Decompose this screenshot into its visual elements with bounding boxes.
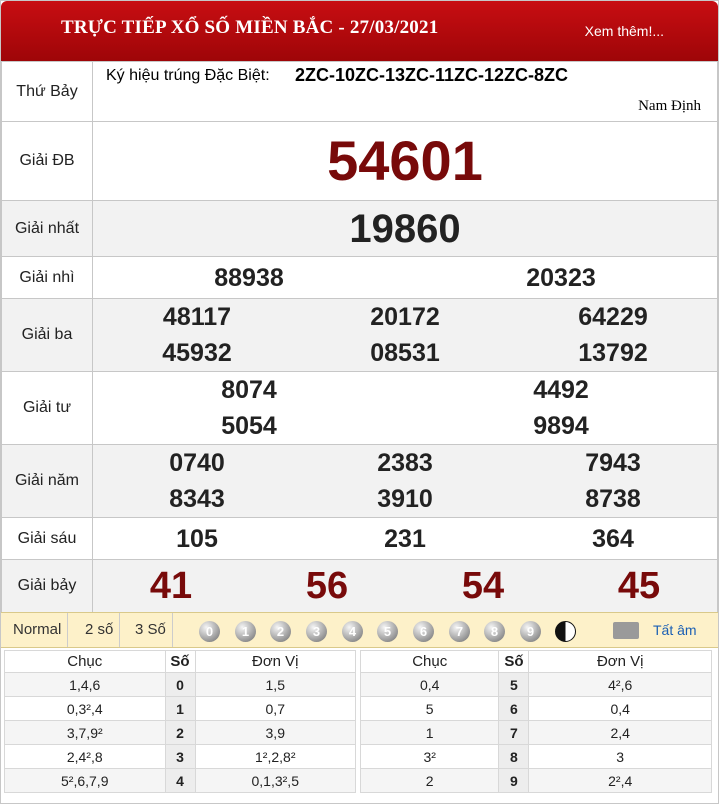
loto-donvi: 0,1,3²,5 <box>194 768 356 793</box>
digit-ball-1[interactable]: 1 <box>235 621 256 642</box>
prize-4-value: 9894 <box>533 412 589 440</box>
loto-donvi: 0,4 <box>528 696 712 721</box>
prize-4-value: 4492 <box>533 376 589 404</box>
more-link[interactable]: Xem thêm!... <box>585 23 664 39</box>
prize-3-value: 13792 <box>578 339 648 367</box>
loto-chuc: 0,3²,4 <box>4 696 166 721</box>
prize-7-value: 56 <box>305 565 349 607</box>
loto-so: 1 <box>164 696 196 721</box>
loto-donvi: 1,5 <box>194 672 356 697</box>
digit-ball-9[interactable]: 9 <box>520 621 541 642</box>
digit-ball-0[interactable]: 0 <box>199 621 220 642</box>
prize-4-value: 5054 <box>221 412 277 440</box>
prize-label-db: Giải ĐB <box>1 121 93 201</box>
loto-chuc: 2 <box>359 768 500 793</box>
prize-3-value: 08531 <box>370 339 440 367</box>
col-so: Số <box>164 650 196 673</box>
prize-5-value: 8738 <box>585 485 641 513</box>
digit-ball-7[interactable]: 7 <box>449 621 470 642</box>
prize-label-2: Giải nhì <box>1 256 93 299</box>
loto-so: 0 <box>164 672 196 697</box>
prize-3-value: 64229 <box>578 303 648 331</box>
special-code-cell: Ký hiệu trúng Đặc Biệt: 2ZC-10ZC-13ZC-11… <box>92 61 718 122</box>
col-chuc: Chục <box>4 650 166 673</box>
prize-6-value: 231 <box>384 524 426 553</box>
mute-all-button[interactable]: Tất âm <box>653 622 697 638</box>
col-so: Số <box>498 650 530 673</box>
prize-label-7: Giải bảy <box>1 559 93 613</box>
prize-2-value: 88938 <box>214 263 284 292</box>
prize-7-value: 41 <box>149 565 193 607</box>
loto-donvi: 1²,2,8² <box>194 744 356 769</box>
prize-db-value: 54601 <box>327 129 483 192</box>
prize-5-value: 2383 <box>377 449 433 477</box>
loto-so: 7 <box>498 720 530 745</box>
prize-5-value: 8343 <box>169 485 225 513</box>
loto-table-right: Chục Số Đơn Vị 0,4 5 4²,6 5 6 0,4 1 7 2,4 3² 8 3 2… <box>359 650 712 793</box>
three-digit-mode-button[interactable]: 3 Số <box>129 613 173 647</box>
loto-donvi: 0,7 <box>194 696 356 721</box>
speaker-icon[interactable] <box>613 622 639 639</box>
prize-1-value: 19860 <box>349 206 461 251</box>
prize-5-value: 7943 <box>585 449 641 477</box>
loto-chuc: 5 <box>359 696 500 721</box>
loto-so: 2 <box>164 720 196 745</box>
loto-chuc: 3,7,9² <box>4 720 166 745</box>
loto-donvi: 2²,4 <box>528 768 712 793</box>
col-chuc: Chục <box>359 650 500 673</box>
digit-ball-2[interactable]: 2 <box>270 621 291 642</box>
prize-label-5: Giải năm <box>1 444 93 518</box>
digit-ball-8[interactable]: 8 <box>484 621 505 642</box>
loto-chuc: 2,4²,8 <box>4 744 166 769</box>
loto-table-left: Chục Số Đơn Vị 1,4,6 0 1,5 0,3²,4 1 0,7 3,7,9²… <box>4 650 356 793</box>
prize-3-value: 48117 <box>162 303 232 331</box>
prize-7-value: 54 <box>461 565 505 607</box>
prize-5-value: 0740 <box>169 449 225 477</box>
loto-chuc: 1 <box>359 720 500 745</box>
loto-so: 8 <box>498 744 530 769</box>
display-controls: Normal 2 số 3 Số 0 1 2 3 4 5 6 7 8 9 Tất… <box>1 612 718 648</box>
loto-donvi: 3 <box>528 744 712 769</box>
loto-donvi: 2,4 <box>528 720 712 745</box>
prize-label-1: Giải nhất <box>1 200 93 257</box>
loto-donvi: 4²,6 <box>528 672 712 697</box>
loto-so: 4 <box>164 768 196 793</box>
two-digit-mode-button[interactable]: 2 số <box>79 613 121 647</box>
prize-3-value: 45932 <box>162 339 232 367</box>
loto-chuc: 3² <box>359 744 500 769</box>
digit-ball-6[interactable]: 6 <box>413 621 434 642</box>
special-codes: 2ZC-10ZC-13ZC-11ZC-12ZC-8ZC <box>295 65 569 85</box>
loto-so: 6 <box>498 696 530 721</box>
prize-label-6: Giải sáu <box>1 517 93 560</box>
loto-so: 3 <box>164 744 196 769</box>
prize-5-value: 3910 <box>377 485 433 513</box>
results-table: Thứ Bảy Ký hiệu trúng Đặc Biệt: 2ZC-10ZC… <box>1 61 718 613</box>
province: Nam Định <box>638 98 701 114</box>
yin-yang-icon[interactable] <box>555 621 576 642</box>
digit-ball-3[interactable]: 3 <box>306 621 327 642</box>
loto-chuc: 5²,6,7,9 <box>4 768 166 793</box>
prize-6-value: 105 <box>176 524 218 553</box>
prize-6-value: 364 <box>592 524 634 553</box>
prize-3-value: 20172 <box>370 303 440 331</box>
loto-so: 9 <box>498 768 530 793</box>
header-bar: TRỰC TIẾP XỔ SỐ MIỀN BẮC - 27/03/2021 Xe… <box>1 1 718 61</box>
loto-chuc: 0,4 <box>359 672 500 697</box>
page-title: TRỰC TIẾP XỔ SỐ MIỀN BẮC - 27/03/2021 <box>61 17 439 38</box>
digit-ball-4[interactable]: 4 <box>342 621 363 642</box>
loto-donvi: 3,9 <box>194 720 356 745</box>
day-label: Thứ Bảy <box>1 61 93 122</box>
loto-chuc: 1,4,6 <box>4 672 166 697</box>
loto-so: 5 <box>498 672 530 697</box>
prize-7-value: 45 <box>617 565 661 607</box>
prize-2-value: 20323 <box>526 263 596 292</box>
col-donvi: Đơn Vị <box>194 650 356 673</box>
col-donvi: Đơn Vị <box>528 650 712 673</box>
digit-ball-5[interactable]: 5 <box>377 621 398 642</box>
normal-mode-button[interactable]: Normal <box>7 613 69 647</box>
special-code-label: Ký hiệu trúng Đặc Biệt: <box>106 67 270 84</box>
prize-4-value: 8074 <box>221 376 277 404</box>
prize-label-3: Giải ba <box>1 298 93 372</box>
prize-label-4: Giải tư <box>1 371 93 445</box>
